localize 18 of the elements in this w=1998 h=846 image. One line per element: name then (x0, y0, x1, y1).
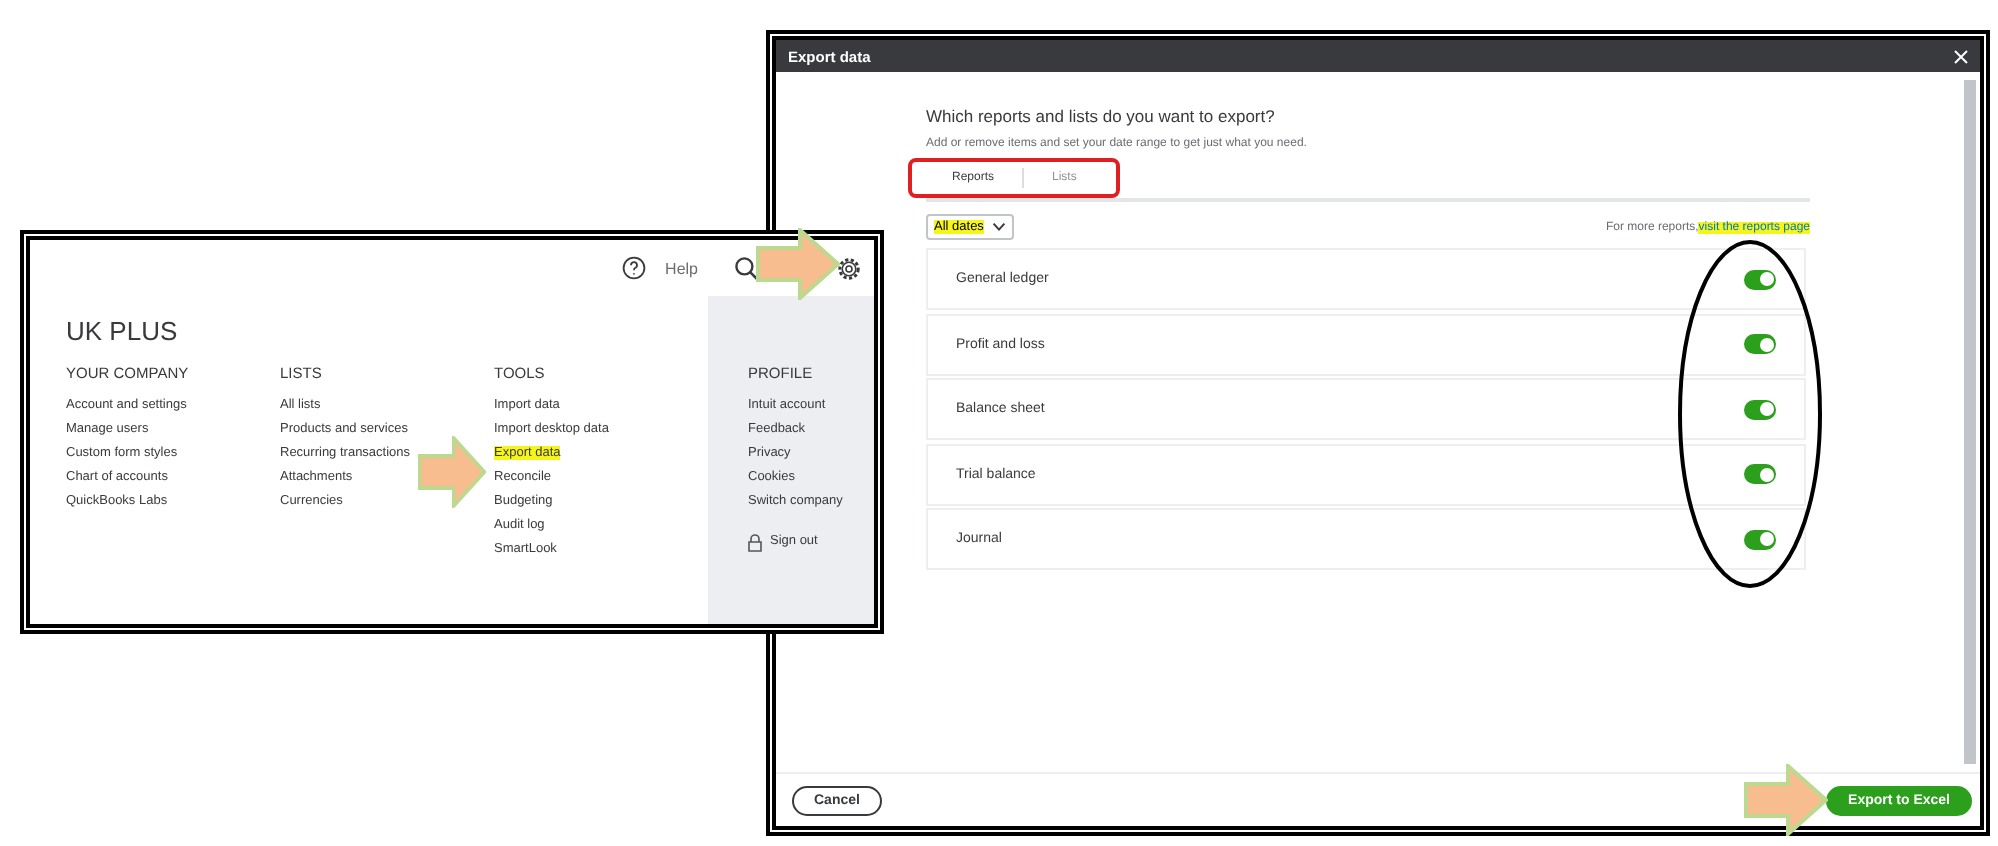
arrow-annotation (1744, 764, 1828, 836)
settings-icon[interactable] (836, 255, 862, 281)
arrow-annotation (756, 228, 840, 300)
toggle-switch[interactable] (1744, 464, 1776, 484)
company-name: UK PLUS (66, 316, 180, 346)
question-text: Which reports and lists do you want to export? (926, 106, 1277, 126)
toggle-switch[interactable] (1744, 399, 1776, 419)
help-icon[interactable] (621, 256, 646, 280)
toggle-switch[interactable] (1744, 334, 1776, 354)
close-icon[interactable] (1954, 49, 1968, 63)
help-label[interactable]: Help (665, 259, 698, 277)
lock-icon (748, 534, 762, 552)
toggle-switch[interactable] (1744, 529, 1776, 549)
toggle-switch[interactable] (1744, 269, 1776, 289)
arrow-annotation (418, 436, 486, 508)
scrollbar[interactable] (1964, 80, 1976, 764)
search-icon[interactable] (734, 255, 760, 281)
caret-icon (991, 222, 1006, 232)
